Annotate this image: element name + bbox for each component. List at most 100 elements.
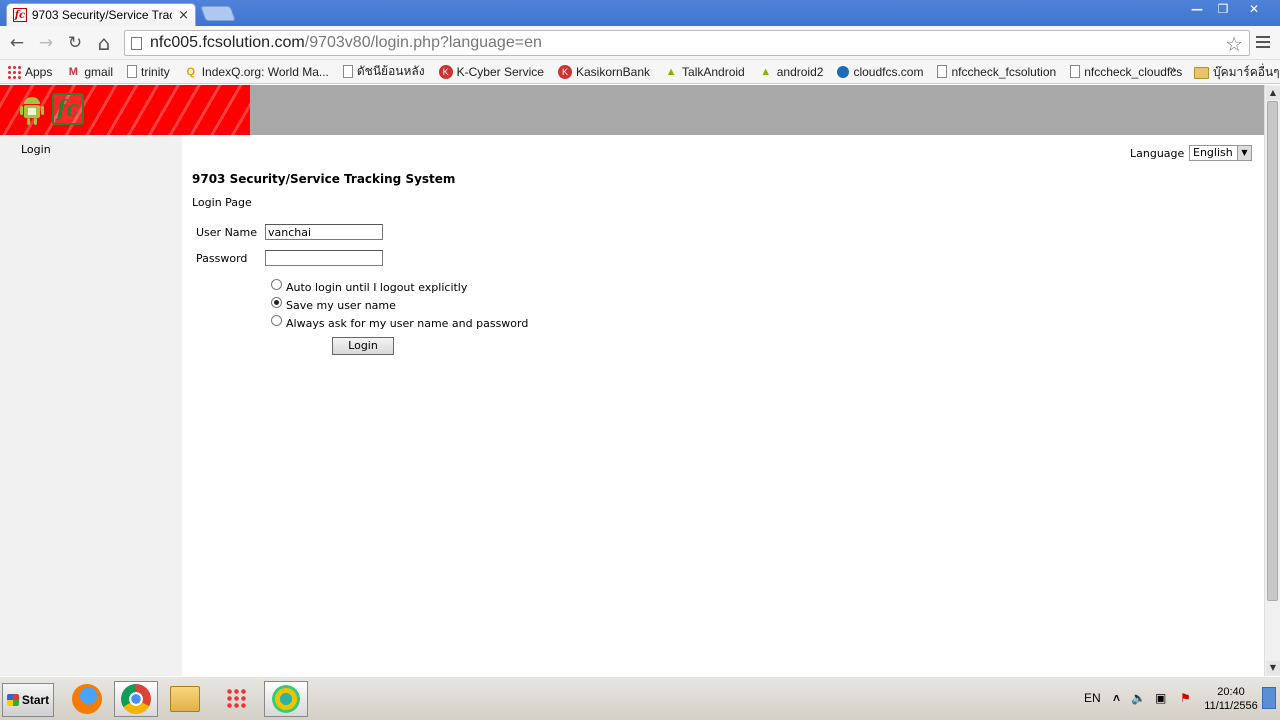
bookmark-nfccheck-fcsolution[interactable]: nfccheck_fcsolution — [937, 65, 1056, 79]
scroll-down-icon[interactable]: ▼ — [1266, 661, 1280, 675]
indexq-icon: Q — [186, 65, 195, 78]
bookmark-apps[interactable]: Apps — [7, 64, 53, 79]
bookmark-label: K-Cyber Service — [456, 64, 544, 79]
bookmark-gmail[interactable]: Mgmail — [66, 65, 113, 79]
action-center-icon[interactable]: ⚑ — [1180, 691, 1191, 705]
bookmark-label: Apps — [25, 64, 53, 79]
sidebar-item-login[interactable]: Login — [21, 143, 51, 156]
username-field[interactable] — [265, 224, 383, 240]
browser-tab-strip: fc 9703 Security/Service Tracking × — ❐ … — [0, 0, 1280, 26]
url-host: nfc005.fcsolution.com — [150, 34, 305, 51]
taskbar-app[interactable] — [264, 681, 308, 717]
address-bar[interactable]: nfc005.fcsolution.com/9703v80/login.php?… — [124, 30, 1250, 56]
bookmark-talkandroid[interactable]: ▲ TalkAndroid — [664, 65, 745, 79]
page-icon — [1070, 65, 1081, 78]
network-icon[interactable]: ▣ — [1155, 691, 1166, 705]
bookmark-label: TalkAndroid — [682, 64, 745, 79]
bookmark-label: IndexQ.org: World Ma... — [201, 64, 329, 79]
radio-label: Save my user name — [286, 299, 396, 312]
header-banner: fc — [0, 85, 250, 135]
system-clock[interactable]: 20:40 11/11/2556 — [1202, 685, 1260, 713]
chrome-icon — [121, 684, 151, 714]
sidebar: Login — [0, 135, 182, 676]
scroll-up-icon[interactable]: ▲ — [1266, 86, 1280, 100]
language-value: English — [1193, 146, 1233, 159]
taskbar-explorer[interactable] — [163, 681, 207, 717]
volume-icon[interactable]: 🔈 — [1131, 691, 1146, 705]
taskbar-chrome[interactable] — [114, 681, 158, 717]
url-path: /9703v80/login.php?language=en — [304, 34, 542, 51]
bookmark-label: KasikornBank — [575, 64, 651, 79]
login-button[interactable]: Login — [332, 337, 394, 355]
back-icon[interactable]: ← — [6, 32, 28, 54]
firefox-icon — [72, 684, 102, 714]
radio-always-ask[interactable] — [271, 315, 282, 326]
bookmark-kcyber[interactable]: K K-Cyber Service — [438, 64, 544, 79]
bookmark-android2[interactable]: ▲ android2 — [759, 65, 823, 79]
folder-icon — [170, 686, 200, 712]
bookmark-label: nfccheck_cloudfcs — [1084, 64, 1183, 79]
bookmark-indexq[interactable]: Q IndexQ.org: World Ma... — [184, 64, 329, 79]
scrollbar-thumb[interactable] — [1267, 101, 1278, 601]
bookmark-nfccheck-cloudfcs[interactable]: nfccheck_cloudfcs — [1070, 65, 1182, 79]
language-select[interactable]: English ▼ — [1189, 145, 1252, 161]
bookmark-kasikornbank[interactable]: K KasikornBank — [557, 64, 651, 79]
tray-expand-icon[interactable]: ˄ — [1113, 691, 1120, 705]
cloud-icon — [837, 65, 850, 78]
new-tab-button[interactable] — [200, 6, 236, 21]
radio-save-username[interactable] — [271, 297, 282, 308]
taskbar: Start EN ˄ 🔈 ▣ ⚑ 20:40 11/11/2556 — [0, 676, 1280, 720]
kbank-icon: K — [438, 64, 453, 79]
minimize-button[interactable]: — — [1184, 0, 1210, 18]
radio-label: Always ask for my user name and password — [286, 317, 529, 330]
chrome-menu-icon[interactable] — [1256, 32, 1270, 52]
password-field[interactable] — [265, 250, 383, 266]
clock-time: 20:40 — [1217, 686, 1245, 698]
page-icon — [131, 36, 142, 50]
app-icon — [272, 685, 300, 713]
page-icon — [937, 65, 948, 78]
home-icon[interactable]: ⌂ — [93, 31, 115, 55]
page-subtitle: Login Page — [192, 196, 252, 209]
bookmark-label: บุ๊คมาร์คอื่นๆ — [1213, 65, 1280, 79]
chevron-down-icon: ▼ — [1237, 146, 1251, 160]
bookmark-star-icon[interactable]: ☆ — [1225, 32, 1243, 56]
username-label: User Name — [196, 226, 258, 239]
start-button[interactable]: Start — [2, 683, 54, 717]
restore-button[interactable]: ❐ — [1210, 0, 1236, 18]
taskbar-firefox[interactable] — [65, 681, 109, 717]
android-logo-icon — [20, 97, 44, 125]
start-label: Start — [21, 693, 50, 707]
apps-grid-icon — [7, 64, 21, 79]
radio-auto-login[interactable] — [271, 279, 282, 290]
reload-icon[interactable]: ↻ — [64, 32, 86, 54]
header-bar — [250, 85, 1264, 135]
tab-title: 9703 Security/Service Tracking — [31, 8, 172, 22]
other-bookmarks[interactable]: บุ๊คมาร์คอื่นๆ — [1194, 63, 1280, 82]
input-language[interactable]: EN — [1084, 691, 1101, 705]
show-desktop-button[interactable] — [1262, 687, 1276, 709]
page-icon — [342, 65, 353, 78]
bookmark-cloudfcs[interactable]: cloudfcs.com — [837, 65, 923, 79]
bookmark-trinity[interactable]: trinity — [127, 65, 170, 79]
folder-icon — [1194, 66, 1209, 79]
fc-logo-icon: fc — [52, 93, 84, 125]
language-label: Language — [1130, 147, 1185, 160]
bookmarks-more-icon[interactable]: » — [1169, 63, 1177, 78]
bookmark-thai-index[interactable]: ดัชนีย้อนหลัง — [342, 62, 425, 81]
bookmark-label: nfccheck_fcsolution — [951, 64, 1057, 79]
windows-logo-icon — [6, 694, 19, 706]
vertical-scrollbar[interactable]: ▲ ▼ — [1264, 85, 1280, 676]
bookmark-label: trinity — [141, 64, 170, 79]
close-window-button[interactable]: ✕ — [1236, 0, 1272, 18]
gmail-icon: M — [68, 65, 78, 78]
tab-close-icon[interactable]: × — [178, 8, 189, 23]
android-icon: ▲ — [760, 65, 772, 78]
page-icon — [127, 65, 138, 78]
bookmarks-bar: Apps Mgmail trinity Q IndexQ.org: World M… — [0, 60, 1280, 84]
forward-icon[interactable]: → — [35, 32, 57, 54]
bookmark-label: ดัชนีย้อนหลัง — [356, 64, 425, 78]
browser-tab-active[interactable]: fc 9703 Security/Service Tracking × — [6, 3, 196, 26]
radio-label: Auto login until I logout explicitly — [286, 281, 468, 294]
taskbar-apps[interactable] — [215, 681, 259, 717]
